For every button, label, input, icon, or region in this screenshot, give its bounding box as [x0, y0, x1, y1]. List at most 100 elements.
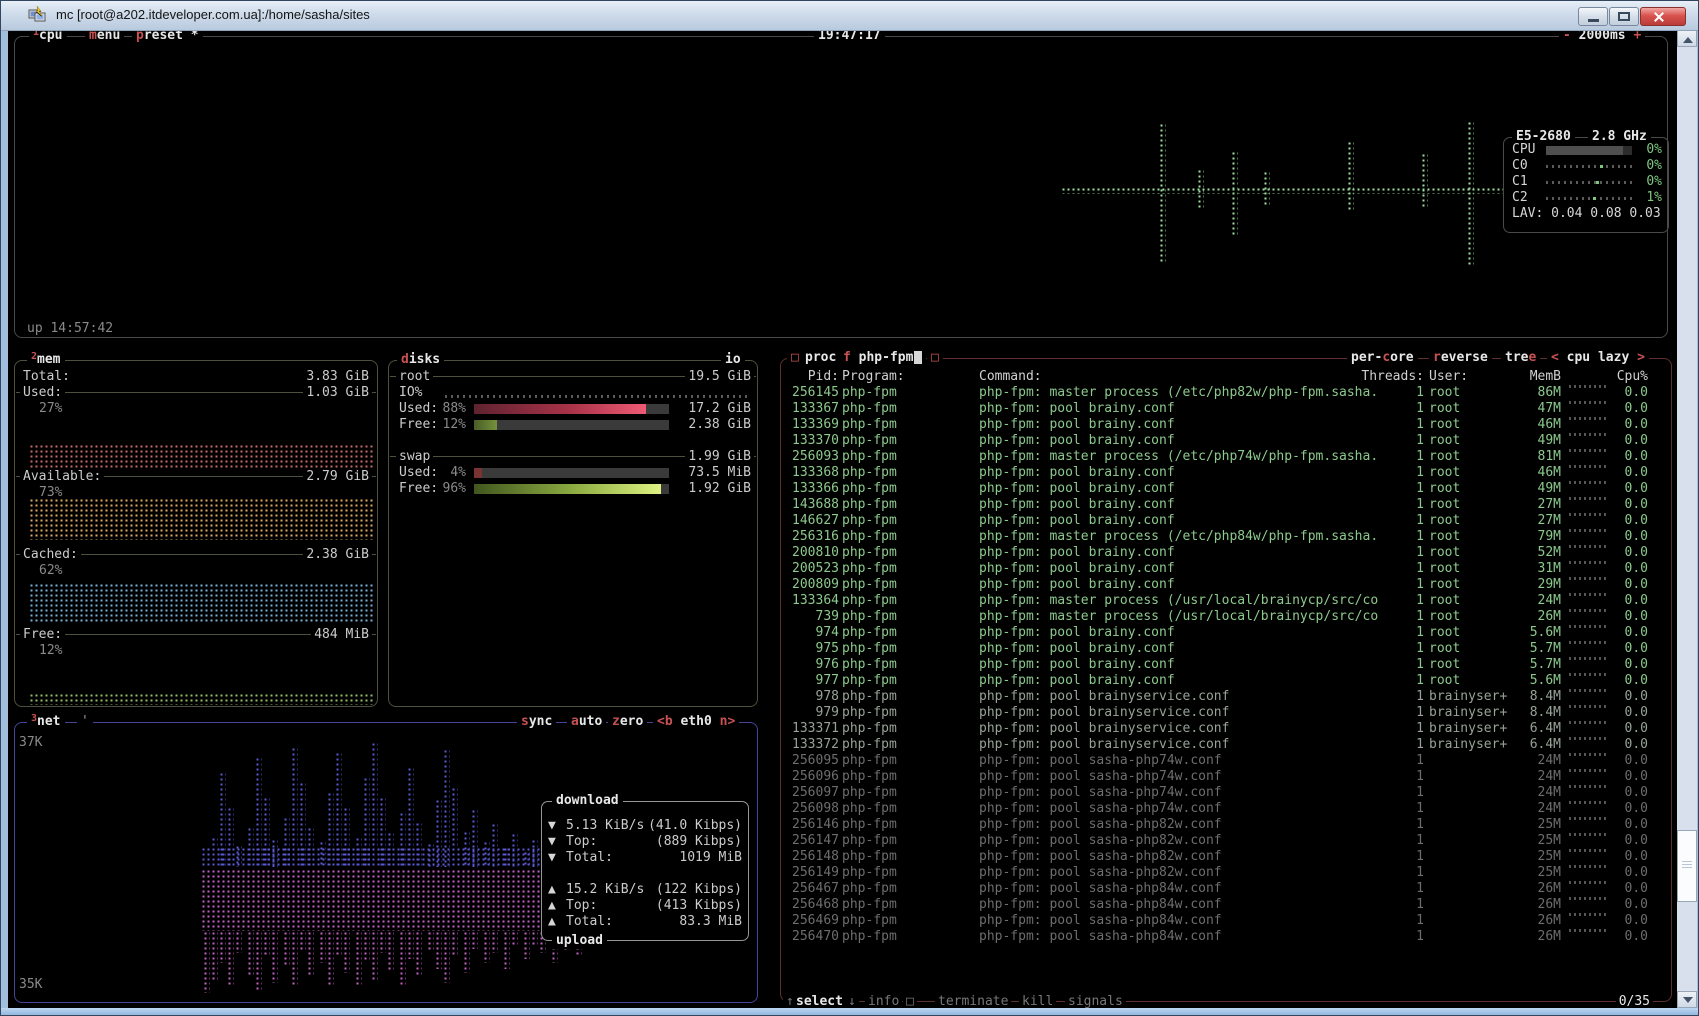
proc-cell-pid: 256467 — [783, 881, 839, 897]
disk-used-bar — [474, 468, 669, 478]
proc-row[interactable]: 256096php-fpmphp-fpm: pool sasha-php74w.… — [781, 769, 1671, 785]
proc-row[interactable]: 133372php-fpmphp-fpm: pool brainyservice… — [781, 737, 1671, 753]
proc-row[interactable]: 146627php-fpmphp-fpm: pool brainy.conf1r… — [781, 513, 1671, 529]
proc-cell-mem: 79M — [1477, 529, 1561, 545]
net-tick-mark: ' — [77, 714, 93, 730]
mem-stat-label: Used: — [20, 385, 65, 400]
proc-row[interactable]: 979php-fpmphp-fpm: pool brainyservice.co… — [781, 705, 1671, 721]
close-button[interactable] — [1640, 7, 1686, 26]
proc-row[interactable]: 974php-fpmphp-fpm: pool brainy.conf1root… — [781, 625, 1671, 641]
proc-row[interactable]: 256095php-fpmphp-fpm: pool sasha-php74w.… — [781, 753, 1671, 769]
proc-cell-threads: 1 — [1344, 545, 1424, 561]
graph-dots — [435, 931, 442, 969]
maximize-button[interactable] — [1609, 7, 1639, 26]
proc-row[interactable]: 133370php-fpmphp-fpm: pool brainy.conf1r… — [781, 433, 1671, 449]
proc-row[interactable]: 256147php-fpmphp-fpm: pool sasha-php82w.… — [781, 833, 1671, 849]
proc-row[interactable]: 256146php-fpmphp-fpm: pool sasha-php82w.… — [781, 817, 1671, 833]
proc-row[interactable]: 256467php-fpmphp-fpm: pool sasha-php84w.… — [781, 881, 1671, 897]
graph-dots — [355, 931, 362, 987]
proc-row[interactable]: 256468php-fpmphp-fpm: pool sasha-php84w.… — [781, 897, 1671, 913]
proc-row[interactable]: 977php-fpmphp-fpm: pool brainy.conf1root… — [781, 673, 1671, 689]
graph-dots — [443, 931, 450, 983]
sync-label: ync — [529, 714, 552, 729]
proc-row[interactable]: 256148php-fpmphp-fpm: pool sasha-php82w.… — [781, 849, 1671, 865]
graph-dots — [531, 931, 538, 945]
proc-cell-mem: 31M — [1477, 561, 1561, 577]
proc-cell-mem: 24M — [1477, 593, 1561, 609]
proc-row[interactable]: 256149php-fpmphp-fpm: pool sasha-php82w.… — [781, 865, 1671, 881]
disks-io-toggle[interactable]: io — [721, 352, 745, 368]
proc-cell-program: php-fpm — [842, 801, 897, 817]
proc-cell-program: php-fpm — [842, 929, 897, 945]
proc-cell-pid: 200810 — [783, 545, 839, 561]
proc-cell-pid: 200523 — [783, 561, 839, 577]
proc-cell-program: php-fpm — [842, 705, 897, 721]
proc-row[interactable]: 200809php-fpmphp-fpm: pool brainy.conf1r… — [781, 577, 1671, 593]
proc-cell-pid: 256468 — [783, 897, 839, 913]
net-sync-button[interactable]: sync — [517, 714, 556, 730]
proc-cell-threads: 1 — [1344, 609, 1424, 625]
iface-next-icon: n> — [720, 714, 736, 729]
graph-dots — [463, 931, 470, 973]
graph-dots — [29, 498, 375, 540]
proc-row[interactable]: 256470php-fpmphp-fpm: pool sasha-php84w.… — [781, 929, 1671, 945]
proc-cell-cpu: 0.0 — [1588, 769, 1648, 785]
minimize-button[interactable] — [1578, 7, 1608, 26]
net-auto-button[interactable]: auto — [567, 714, 606, 730]
proc-cell-threads: 1 — [1344, 737, 1424, 753]
proc-cell-command: php-fpm: pool sasha-php84w.conf — [979, 881, 1222, 897]
scrollbar-up-button[interactable] — [1677, 30, 1697, 47]
graph-dots — [1467, 121, 1474, 267]
proc-cell-program: php-fpm — [842, 577, 897, 593]
proc-row[interactable]: 256098php-fpmphp-fpm: pool sasha-php74w.… — [781, 801, 1671, 817]
scrollbar[interactable] — [1677, 30, 1697, 1008]
mem-box-title[interactable]: 2mem — [27, 352, 65, 368]
proc-cell-mem: 5.6M — [1477, 673, 1561, 689]
proc-row[interactable]: 200523php-fpmphp-fpm: pool brainy.conf1r… — [781, 561, 1671, 577]
net-box-title[interactable]: 3net — [27, 714, 65, 730]
proc-cell-program: php-fpm — [842, 817, 897, 833]
proc-cell-pid: 256096 — [783, 769, 839, 785]
proc-cell-cpu: 0.0 — [1588, 401, 1648, 417]
proc-row[interactable]: 133367php-fpmphp-fpm: pool brainy.conf1r… — [781, 401, 1671, 417]
proc-row[interactable]: 133368php-fpmphp-fpm: pool brainy.conf1r… — [781, 465, 1671, 481]
mem-stat-value: 484 MiB — [311, 627, 372, 642]
proc-cell-program: php-fpm — [842, 449, 897, 465]
graph-dots — [471, 931, 478, 949]
proc-cell-cpu: 0.0 — [1588, 929, 1648, 945]
proc-row[interactable]: 978php-fpmphp-fpm: pool brainyservice.co… — [781, 689, 1671, 705]
proc-row[interactable]: 256469php-fpmphp-fpm: pool sasha-php84w.… — [781, 913, 1671, 929]
proc-row[interactable]: 256097php-fpmphp-fpm: pool sasha-php74w.… — [781, 785, 1671, 801]
proc-row[interactable]: 133369php-fpmphp-fpm: pool brainy.conf1r… — [781, 417, 1671, 433]
proc-row[interactable]: 143688php-fpmphp-fpm: pool brainy.conf1r… — [781, 497, 1671, 513]
proc-cell-threads: 1 — [1344, 433, 1424, 449]
proc-row[interactable]: 976php-fpmphp-fpm: pool brainy.conf1root… — [781, 657, 1671, 673]
proc-cell-pid: 256146 — [783, 817, 839, 833]
disk-free-value: 2.38 GiB — [688, 417, 751, 433]
proc-row[interactable]: 133366php-fpmphp-fpm: pool brainy.conf1r… — [781, 481, 1671, 497]
proc-row[interactable]: 133371php-fpmphp-fpm: pool brainyservice… — [781, 721, 1671, 737]
window-titlebar[interactable]: mc [root@a202.itdeveloper.com.ua]:/home/… — [0, 0, 1699, 31]
scrollbar-thumb[interactable] — [1677, 830, 1697, 902]
net-zero-button[interactable]: zero — [608, 714, 647, 730]
net-interface-switch[interactable]: <b eth0 n> — [653, 714, 739, 730]
proc-cell-mem: 5.6M — [1477, 625, 1561, 641]
proc-cell-program: php-fpm — [842, 481, 897, 497]
scrollbar-down-button[interactable] — [1677, 991, 1697, 1008]
proc-cell-pid: 739 — [783, 609, 839, 625]
proc-row[interactable]: 739php-fpmphp-fpm: master process (/usr/… — [781, 609, 1671, 625]
proc-row[interactable]: 133364php-fpmphp-fpm: master process (/u… — [781, 593, 1671, 609]
proc-cell-command: php-fpm: pool brainy.conf — [979, 625, 1175, 641]
disks-box-title[interactable]: disks — [397, 352, 444, 368]
proc-cell-threads: 1 — [1344, 401, 1424, 417]
proc-cell-threads: 1 — [1344, 913, 1424, 929]
proc-row[interactable]: 200810php-fpmphp-fpm: pool brainy.conf1r… — [781, 545, 1671, 561]
proc-row[interactable]: 975php-fpmphp-fpm: pool brainy.conf1root… — [781, 641, 1671, 657]
net-scale-bottom: 35K — [19, 977, 42, 993]
proc-row[interactable]: 256145php-fpmphp-fpm: master process (/e… — [781, 385, 1671, 401]
proc-row[interactable]: 256093php-fpmphp-fpm: master process (/e… — [781, 449, 1671, 465]
proc-row[interactable]: 256316php-fpmphp-fpm: master process (/e… — [781, 529, 1671, 545]
download-speed-bits: (41.0 Kibps) — [648, 818, 742, 834]
proc-cell-threads: 1 — [1344, 497, 1424, 513]
proc-cell-command: php-fpm: pool sasha-php74w.conf — [979, 785, 1222, 801]
